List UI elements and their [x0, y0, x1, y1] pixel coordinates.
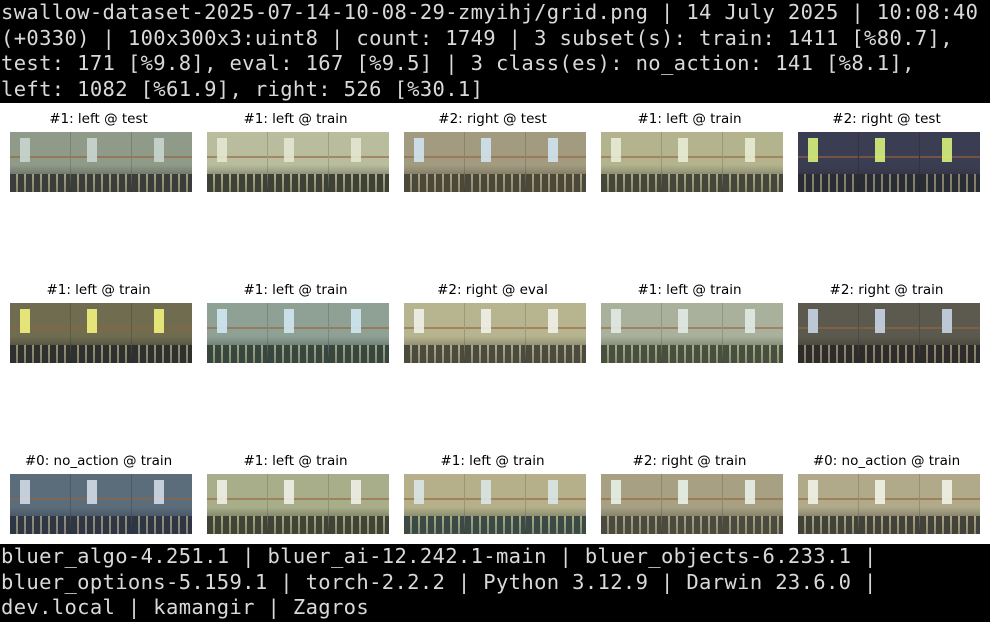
thumbnail-frame	[526, 474, 586, 534]
thumbnail-frame	[268, 303, 329, 363]
header-bar: swallow-dataset-2025-07-14-10-08-29-zmyi…	[0, 0, 990, 103]
thumbnail-frame	[404, 303, 465, 363]
thumbnail-frame	[132, 474, 192, 534]
thumbnail-frame	[662, 303, 723, 363]
thumbnail-frame	[526, 303, 586, 363]
grid-cell-title: #0: no_action @ train	[24, 453, 173, 469]
thumbnail-frame	[465, 132, 526, 192]
grid-cell: #2: right @ eval	[394, 274, 591, 374]
grid-cell-title: #1: left @ train	[243, 282, 348, 298]
grid-cell: #1: left @ train	[591, 103, 788, 203]
thumbnail-frame	[207, 132, 268, 192]
grid-cell-title: #1: left @ test	[49, 111, 148, 127]
thumbnail-frame	[132, 303, 192, 363]
grid-cell: #1: left @ train	[197, 445, 394, 545]
thumbnail-frame	[723, 303, 783, 363]
thumbnail-frame	[207, 474, 268, 534]
footer-bar: bluer_algo-4.251.1 | bluer_ai-12.242.1-m…	[0, 544, 990, 622]
grid-cell-title: #2: right @ test	[832, 111, 941, 127]
thumbnail-frame	[662, 474, 723, 534]
thumbnail-frame	[601, 303, 662, 363]
grid-cell: #1: left @ train	[0, 274, 197, 374]
thumbnail-frame	[329, 132, 389, 192]
thumbnail-frame	[207, 303, 268, 363]
grid-cell-thumbnail	[601, 303, 783, 363]
grid-cell-thumbnail	[10, 474, 192, 534]
thumbnail-frame	[859, 474, 920, 534]
grid-cell-thumbnail	[601, 132, 783, 192]
thumbnail-frame	[920, 474, 980, 534]
grid-cell-thumbnail	[798, 132, 980, 192]
thumbnail-frame	[798, 303, 859, 363]
thumbnail-frame	[465, 303, 526, 363]
thumbnail-frame	[526, 132, 586, 192]
thumbnail-frame	[723, 132, 783, 192]
thumbnail-frame	[859, 303, 920, 363]
grid-cell: #2: right @ test	[394, 103, 591, 203]
thumbnail-frame	[798, 132, 859, 192]
thumbnail-frame	[329, 474, 389, 534]
thumbnail-frame	[329, 303, 389, 363]
thumbnail-frame	[798, 474, 859, 534]
thumbnail-frame	[71, 132, 132, 192]
grid-cell-thumbnail	[207, 474, 389, 534]
grid-cell-thumbnail	[207, 303, 389, 363]
grid-cell: #1: left @ train	[197, 103, 394, 203]
grid-cell-thumbnail	[601, 474, 783, 534]
thumbnail-frame	[404, 132, 465, 192]
footer-versions-text: bluer_algo-4.251.1 | bluer_ai-12.242.1-m…	[1, 544, 890, 619]
grid-cell-title: #1: left @ train	[637, 282, 742, 298]
grid-cell: #1: left @ test	[0, 103, 197, 203]
thumbnail-frame	[132, 132, 192, 192]
grid-cell-title: #1: left @ train	[243, 453, 348, 469]
grid-cell: #2: right @ test	[788, 103, 985, 203]
thumbnail-frame	[268, 132, 329, 192]
thumbnail-frame	[920, 303, 980, 363]
grid-cell-title: #1: left @ train	[243, 111, 348, 127]
thumbnail-frame	[71, 303, 132, 363]
grid-cell-title: #1: left @ train	[440, 453, 545, 469]
grid-cell: #0: no_action @ train	[0, 445, 197, 545]
grid-cell-thumbnail	[798, 474, 980, 534]
thumbnail-frame	[723, 474, 783, 534]
thumbnail-frame	[601, 474, 662, 534]
thumbnail-frame	[859, 132, 920, 192]
grid-cell-thumbnail	[404, 474, 586, 534]
thumbnail-frame	[10, 132, 71, 192]
grid-cell-title: #1: left @ train	[46, 282, 151, 298]
thumbnail-frame	[71, 474, 132, 534]
grid-cell: #1: left @ train	[394, 445, 591, 545]
thumbnail-frame	[268, 474, 329, 534]
grid-cell: #1: left @ train	[591, 274, 788, 374]
thumbnail-frame	[662, 132, 723, 192]
grid-cell-thumbnail	[404, 132, 586, 192]
grid-cell-thumbnail	[10, 132, 192, 192]
thumbnail-frame	[10, 474, 71, 534]
thumbnail-frame	[601, 132, 662, 192]
grid-cell: #1: left @ train	[197, 274, 394, 374]
grid-cell: #2: right @ train	[788, 274, 985, 374]
grid-cell-title: #2: right @ test	[438, 111, 547, 127]
thumbnail-frame	[10, 303, 71, 363]
grid-cell-title: #2: right @ train	[829, 282, 944, 298]
grid-cell-title: #1: left @ train	[637, 111, 742, 127]
grid-cell: #0: no_action @ train	[788, 445, 985, 545]
thumbnail-frame	[465, 474, 526, 534]
grid-cell: #2: right @ train	[591, 445, 788, 545]
grid-cell-thumbnail	[207, 132, 389, 192]
grid-cell-thumbnail	[10, 303, 192, 363]
grid-cell-title: #2: right @ eval	[437, 282, 548, 298]
thumbnail-frame	[404, 474, 465, 534]
grid-cell-title: #0: no_action @ train	[812, 453, 961, 469]
image-grid: #1: left @ test #1: left @ train #2: right…	[0, 103, 990, 544]
thumbnail-frame	[920, 132, 980, 192]
header-metadata-text: swallow-dataset-2025-07-14-10-08-29-zmyi…	[1, 0, 990, 101]
grid-cell-thumbnail	[798, 303, 980, 363]
grid-cell-thumbnail	[404, 303, 586, 363]
grid-cell-title: #2: right @ train	[632, 453, 747, 469]
